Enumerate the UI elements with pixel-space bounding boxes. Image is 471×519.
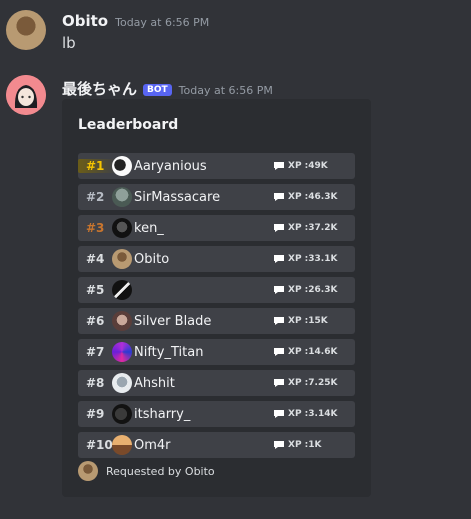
leaderboard-row: #1 Aaryanious XP :49K	[78, 153, 355, 179]
player-avatar	[112, 156, 132, 176]
xp-value: XP :3.14K	[273, 409, 355, 419]
xp-value: XP :7.25K	[273, 378, 355, 388]
chat-bubble-icon	[274, 441, 284, 449]
rank: #10	[86, 438, 113, 452]
embed-title: Leaderboard	[78, 117, 179, 133]
player-name: Silver Blade	[134, 313, 212, 329]
rank: #2	[86, 190, 105, 204]
player-avatar	[112, 311, 132, 331]
chat-bubble-icon	[274, 286, 284, 294]
xp-value: XP :14.6K	[273, 347, 355, 357]
chat-bubble-icon	[274, 255, 284, 263]
rank: #9	[86, 407, 105, 421]
player-avatar	[112, 280, 132, 300]
xp-value: XP :1K	[273, 440, 355, 450]
rank: #8	[86, 376, 105, 390]
leaderboard-row: #3 ken_ XP :37.2K	[78, 215, 355, 241]
message-content: lb	[62, 34, 76, 52]
xp-value: XP :26.3K	[273, 285, 355, 295]
bot-avatar[interactable]	[6, 75, 46, 115]
leaderboard-row: #8 Ahshit XP :7.25K	[78, 370, 355, 396]
xp-value: XP :15K	[273, 316, 355, 326]
bot-badge: BOT	[143, 84, 172, 96]
chat-bubble-icon	[274, 162, 284, 170]
username[interactable]: Obito	[62, 12, 108, 30]
leaderboard-row: #6 Silver Blade XP :15K	[78, 308, 355, 334]
timestamp: Today at 6:56 PM	[115, 16, 210, 29]
player-name: itsharry_	[134, 406, 191, 422]
player-avatar	[112, 373, 132, 393]
leaderboard-row: #2 SirMassacare XP :46.3K	[78, 184, 355, 210]
rank: #6	[86, 314, 105, 328]
footer-text: Requested by Obito	[106, 464, 215, 478]
player-avatar	[112, 435, 132, 455]
player-name: Om4r	[134, 437, 171, 453]
xp-value: XP :46.3K	[273, 192, 355, 202]
chat-bubble-icon	[274, 379, 284, 387]
xp-value: XP :37.2K	[273, 223, 355, 233]
rank: #3	[86, 221, 105, 235]
xp-value: XP :33.1K	[273, 254, 355, 264]
bot-avatar-art-icon	[6, 75, 46, 115]
player-name: Ahshit	[134, 375, 175, 391]
chat-bubble-icon	[274, 410, 284, 418]
username[interactable]: 最後ちゃん	[62, 78, 137, 99]
footer-avatar	[78, 461, 98, 481]
embed-footer: Requested by Obito	[78, 461, 215, 481]
leaderboard-row: #5 XP :26.3K	[78, 277, 355, 303]
avatar[interactable]	[6, 10, 46, 50]
timestamp: Today at 6:56 PM	[178, 84, 273, 97]
chat-bubble-icon	[274, 193, 284, 201]
player-name: Aaryanious	[134, 158, 207, 174]
rank: #1	[78, 159, 116, 173]
message-header: Obito Today at 6:56 PM	[62, 12, 209, 30]
xp-value: XP :49K	[273, 161, 355, 171]
chat-bubble-icon	[274, 224, 284, 232]
player-name: Nifty_Titan	[134, 344, 204, 360]
rank: #7	[86, 345, 105, 359]
leaderboard-embed: Leaderboard #1 Aaryanious XP :49K #2 Sir…	[62, 99, 371, 497]
player-name: SirMassacare	[134, 189, 221, 205]
player-avatar	[112, 218, 132, 238]
player-avatar	[112, 187, 132, 207]
message-header: 最後ちゃん BOT Today at 6:56 PM	[62, 78, 273, 99]
player-avatar	[112, 404, 132, 424]
leaderboard-row: #10 Om4r XP :1K	[78, 432, 355, 458]
leaderboard-row: #4 Obito XP :33.1K	[78, 246, 355, 272]
leaderboard-row: #9 itsharry_ XP :3.14K	[78, 401, 355, 427]
chat-bubble-icon	[274, 317, 284, 325]
player-name: Obito	[134, 251, 170, 267]
leaderboard-row: #7 Nifty_Titan XP :14.6K	[78, 339, 355, 365]
rank: #5	[86, 283, 105, 297]
player-avatar	[112, 342, 132, 362]
player-avatar	[112, 249, 132, 269]
chat-bubble-icon	[274, 348, 284, 356]
player-name: ken_	[134, 220, 164, 236]
rank: #4	[86, 252, 105, 266]
